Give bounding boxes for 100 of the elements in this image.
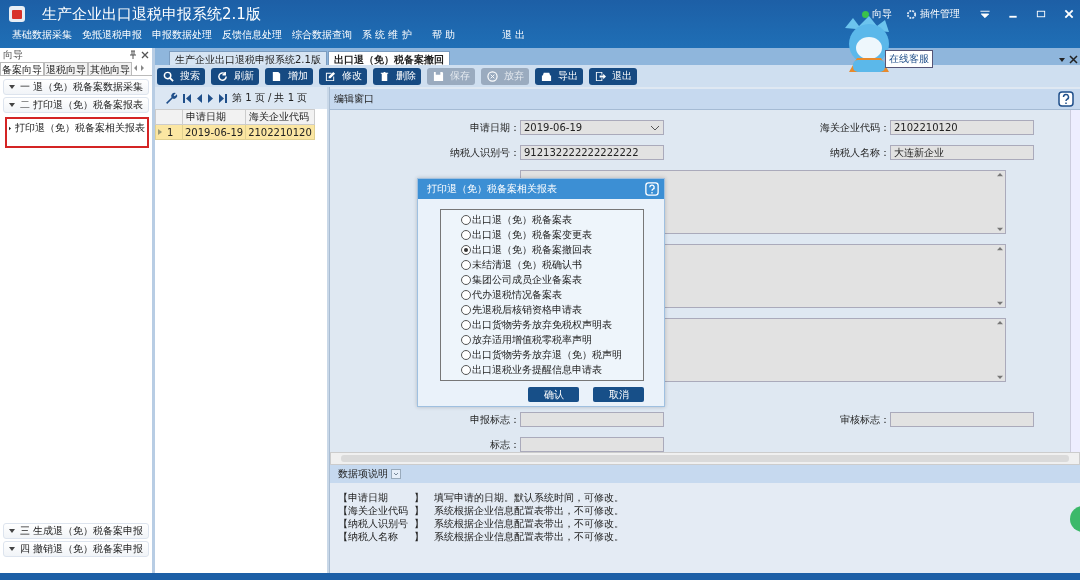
input-field[interactable] xyxy=(520,412,664,427)
help-icon[interactable] xyxy=(1058,91,1074,107)
toolbar-button[interactable]: 增加 xyxy=(265,67,313,85)
field-name: 【申请日期 xyxy=(338,490,389,505)
field-label: 海关企业代码： xyxy=(819,120,890,135)
field-name: 【纳税人名称 xyxy=(338,529,399,544)
guide-tab[interactable]: 备案向导 xyxy=(0,61,44,75)
tree-item[interactable]: 打印退（免）税备案相关报表 xyxy=(5,117,149,148)
report-radio-option[interactable]: 出口货物劳务放弃免税权声明表 xyxy=(461,317,643,332)
chevron-down-icon xyxy=(650,124,660,131)
field-name: 【海关企业代码 xyxy=(338,503,409,518)
toolbar-button[interactable]: 搜索 xyxy=(157,67,205,85)
toolbar-button[interactable]: 修改 xyxy=(319,67,367,85)
dropdown-icon[interactable] xyxy=(391,469,401,479)
online-service-tooltip[interactable]: 在线客服 xyxy=(885,50,933,68)
trash-icon xyxy=(378,70,390,82)
field-label: 申报标志： xyxy=(469,412,520,427)
report-radio-option[interactable]: 放弃适用增值税零税率声明 xyxy=(461,332,643,347)
pin-icon[interactable] xyxy=(129,50,137,59)
column-header[interactable]: 申请日期 xyxy=(182,109,246,125)
app-logo-icon xyxy=(8,5,26,23)
tray-icon xyxy=(540,70,552,82)
gear-icon xyxy=(906,8,917,20)
field-description: 系统根据企业信息配置表带出，不可修改。 xyxy=(434,529,624,544)
search-icon xyxy=(162,70,174,82)
toolbar-button[interactable]: 刷新 xyxy=(211,67,259,85)
toolbar-button[interactable]: 删除 xyxy=(373,67,421,85)
document-icon xyxy=(270,70,282,82)
scroll-arrows-icon[interactable] xyxy=(132,63,146,73)
confirm-button[interactable]: 确认 xyxy=(528,387,579,402)
report-radio-option[interactable]: 代办退税情况备案表 xyxy=(461,287,643,302)
report-radio-option[interactable]: 出口退（免）税备案表 xyxy=(461,212,643,227)
field-description: 填写申请的日期。默认系统时间，可修改。 xyxy=(434,490,624,505)
input-field[interactable]: 912132222222222222 xyxy=(520,145,664,160)
menu-item[interactable]: 系 统 维 护 xyxy=(362,28,420,42)
plugin-manager-button[interactable]: 插件管理 xyxy=(906,7,960,21)
horizontal-scrollbar[interactable] xyxy=(330,452,1080,465)
report-radio-option[interactable]: 出口退（免）税备案变更表 xyxy=(461,227,643,242)
cancel-button[interactable]: 取消 xyxy=(593,387,644,402)
save-icon xyxy=(432,70,444,82)
report-radio-option[interactable]: 出口货物劳务放弃退（免）税声明 xyxy=(461,347,643,362)
toolbar-button[interactable]: 导出 xyxy=(535,67,583,85)
accordion-section[interactable]: 一 退（免）税备案数据采集 xyxy=(3,79,149,95)
exit-icon xyxy=(594,70,606,82)
guide-tab[interactable]: 退税向导 xyxy=(44,61,88,75)
close-icon[interactable] xyxy=(1058,55,1078,65)
menu-item[interactable]: 基础数据采集 xyxy=(12,28,70,42)
panel-title: 向导 xyxy=(3,47,23,62)
refresh-icon xyxy=(216,70,228,82)
close-icon[interactable] xyxy=(141,50,149,59)
previous-page-icon[interactable] xyxy=(196,92,203,104)
caret-icon xyxy=(9,85,15,89)
field-label: 审核标志： xyxy=(839,412,890,427)
caret-icon xyxy=(9,103,15,107)
menu-item[interactable]: 免抵退税申报 xyxy=(82,28,140,42)
bracket-text: 】 xyxy=(414,490,425,505)
cancel-icon xyxy=(486,70,498,82)
row-number: 1 xyxy=(167,126,174,138)
toolbar-button[interactable]: 退出 xyxy=(589,67,637,85)
report-radio-option[interactable]: 先退税后核销资格申请表 xyxy=(461,302,643,317)
document-tab[interactable]: 出口退（免）税备案撤回 xyxy=(327,51,450,65)
field-label: 纳税人名称： xyxy=(829,145,890,160)
input-field[interactable] xyxy=(890,412,1034,427)
accordion-section[interactable]: 二 打印退（免）税备案报表 xyxy=(3,97,149,113)
field-description: 系统根据企业信息配置表带出，不可修改。 xyxy=(434,516,624,531)
menu-item[interactable]: 退 出 xyxy=(502,28,560,42)
field-label: 标志： xyxy=(489,437,520,452)
last-page-icon[interactable] xyxy=(218,92,228,104)
vertical-scrollbar[interactable] xyxy=(1070,110,1080,452)
input-field[interactable]: 2102210120 xyxy=(890,120,1034,135)
caret-icon xyxy=(9,529,15,533)
accordion-section[interactable]: 三 生成退（免）税备案申报 xyxy=(3,523,149,539)
report-radio-option[interactable]: 出口退税业务提醒信息申请表 xyxy=(461,362,643,377)
report-radio-option[interactable]: 未结清退（免）税确认书 xyxy=(461,257,643,272)
input-field[interactable] xyxy=(520,437,664,452)
next-page-icon[interactable] xyxy=(207,92,214,104)
menu-item[interactable]: 申报数据处理 xyxy=(152,28,210,42)
accordion-section[interactable]: 四 撤销退（免）税备案申报 xyxy=(3,541,149,557)
wrench-icon[interactable] xyxy=(165,91,178,105)
report-radio-option[interactable]: 集团公司成员企业备案表 xyxy=(461,272,643,287)
field-name: 【纳税人识别号 xyxy=(338,516,409,531)
menu-item[interactable]: 帮 助 xyxy=(432,28,490,42)
field-description: 系统根据企业信息配置表带出，不可修改。 xyxy=(434,503,624,518)
guide-tab[interactable]: 其他向导 xyxy=(88,61,132,75)
bracket-text: 】 xyxy=(414,529,425,544)
column-header[interactable]: 海关企业代码 xyxy=(245,109,315,125)
floating-button-icon[interactable] xyxy=(1070,506,1080,532)
first-page-icon[interactable] xyxy=(182,92,192,104)
document-tab[interactable]: 生产企业出口退税申报系统2.1版 xyxy=(169,51,327,65)
table-cell: 2019-06-19 xyxy=(182,124,246,140)
report-radio-option[interactable]: 出口退（免）税备案撤回表 xyxy=(461,242,643,257)
date-dropdown[interactable]: 2019-06-19 xyxy=(520,120,664,135)
row-pointer-icon xyxy=(158,129,162,135)
menu-item[interactable]: 反馈信息处理 xyxy=(222,28,280,42)
expand-arrow-icon xyxy=(9,125,11,132)
table-cell: 2102210120 xyxy=(245,124,315,140)
bracket-text: 】 xyxy=(414,516,425,531)
menu-item[interactable]: 综合数据查询 xyxy=(292,28,350,42)
input-field[interactable]: 大连新企业 xyxy=(890,145,1034,160)
panel-title: 编辑窗口 xyxy=(334,92,374,106)
